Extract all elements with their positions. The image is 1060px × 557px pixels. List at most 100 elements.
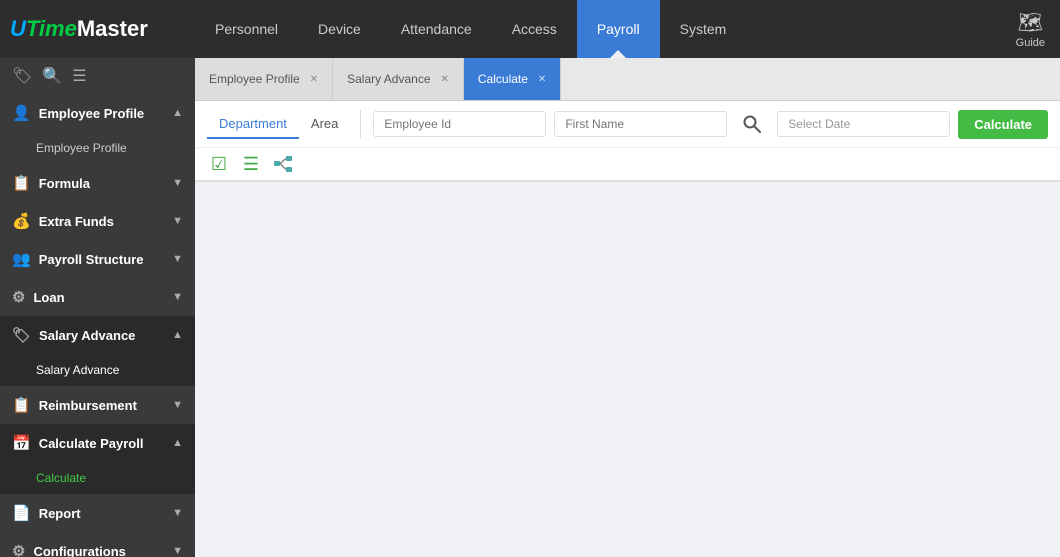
sidebar-group-configurations-label: Configurations — [33, 544, 125, 557]
sidebar-group-extra-funds[interactable]: 💰 Extra Funds ▼ — [0, 202, 195, 240]
tabs-bar: Employee Profile ✕ Salary Advance ✕ Calc… — [195, 58, 1060, 101]
tab-calculate-close[interactable]: ✕ — [538, 74, 546, 85]
tab-calculate-label: Calculate — [478, 72, 528, 86]
extra-funds-icon: 💰 — [12, 212, 31, 230]
logo-master: Master — [77, 16, 148, 42]
sidebar-group-formula-label: Formula — [39, 176, 90, 191]
first-name-field — [554, 111, 727, 137]
top-navigation: UTime Master Personnel Device Attendance… — [0, 0, 1060, 58]
toolbar-icons: ☑ ☰ — [207, 152, 295, 176]
sidebar-group-calculate-payroll-label: Calculate Payroll — [39, 436, 144, 451]
sidebar-group-calculate-payroll[interactable]: 📅 Calculate Payroll ▲ — [0, 424, 195, 462]
sidebar-group-salary-advance[interactable]: 🏷 Salary Advance ▲ — [0, 316, 195, 354]
calculate-payroll-icon: 📅 — [12, 434, 31, 452]
sidebar-item-employee-profile-sub[interactable]: Employee Profile — [0, 132, 195, 164]
search-button[interactable] — [735, 107, 769, 141]
sidebar-group-formula[interactable]: 📋 Formula ▼ — [0, 164, 195, 202]
chevron-down-icon-loan: ▼ — [172, 291, 183, 303]
sidebar-item-salary-advance-sub[interactable]: Salary Advance — [0, 354, 195, 386]
formula-icon: 📋 — [12, 174, 31, 192]
filter-search-row: Department Area — [195, 101, 1060, 147]
tab-employee-profile[interactable]: Employee Profile ✕ — [195, 58, 333, 100]
nav-attendance[interactable]: Attendance — [381, 0, 492, 58]
tab-employee-profile-close[interactable]: ✕ — [310, 74, 318, 85]
check-icon[interactable]: ☑ — [207, 152, 231, 176]
tab-salary-advance[interactable]: Salary Advance ✕ — [333, 58, 464, 100]
calculate-button[interactable]: Calculate — [958, 110, 1048, 139]
chevron-down-icon-extra-funds: ▼ — [172, 215, 183, 227]
chevron-up-icon-calculate-payroll: ▲ — [172, 437, 183, 449]
chevron-up-icon: ▲ — [172, 107, 183, 119]
sidebar-group-reimbursement-label: Reimbursement — [39, 398, 137, 413]
nav-device[interactable]: Device — [298, 0, 381, 58]
sidebar-group-payroll-structure-label: Payroll Structure — [39, 252, 144, 267]
sidebar-group-employee-profile[interactable]: 👤 Employee Profile ▲ — [0, 94, 195, 132]
nav-personnel[interactable]: Personnel — [195, 0, 298, 58]
sidebar-item-calculate-sub[interactable]: Calculate — [0, 462, 195, 494]
chevron-down-icon-formula: ▼ — [172, 177, 183, 189]
reimbursement-icon: 📋 — [12, 396, 31, 414]
tag-icon[interactable]: 🏷 — [12, 66, 32, 86]
chevron-down-icon-configurations: ▼ — [172, 545, 183, 557]
sidebar-menu-icon[interactable]: ☰ — [72, 66, 86, 86]
loan-icon: ⚙ — [12, 288, 25, 306]
logo-u: U — [10, 16, 26, 42]
employee-id-input[interactable] — [384, 117, 535, 131]
guide-icon: 🗺 — [1018, 10, 1043, 35]
content-header: Department Area — [195, 101, 1060, 182]
sidebar-section-salary-advance: 🏷 Salary Advance ▲ Salary Advance — [0, 316, 195, 386]
tab-salary-advance-label: Salary Advance — [347, 72, 430, 86]
sidebar-group-configurations[interactable]: ⚙ Configurations ▼ — [0, 532, 195, 557]
filter-tab-department[interactable]: Department — [207, 110, 299, 139]
nav-items: Personnel Device Attendance Access Payro… — [195, 0, 1001, 58]
salary-advance-icon: 🏷 — [12, 326, 31, 344]
nav-access[interactable]: Access — [492, 0, 577, 58]
sidebar-section-payroll-structure: 👥 Payroll Structure ▼ — [0, 240, 195, 278]
tab-calculate[interactable]: Calculate ✕ — [464, 58, 561, 100]
first-name-input[interactable] — [565, 117, 716, 131]
tab-salary-advance-close[interactable]: ✕ — [441, 74, 449, 85]
filter-tab-area[interactable]: Area — [299, 110, 350, 139]
employee-profile-icon: 👤 — [12, 104, 31, 122]
sidebar-group-payroll-structure[interactable]: 👥 Payroll Structure ▼ — [0, 240, 195, 278]
main-layout: 🏷 🔍 ☰ 👤 Employee Profile ▲ Employee Prof… — [0, 58, 1060, 557]
content-area: Employee Profile ✕ Salary Advance ✕ Calc… — [195, 58, 1060, 557]
payroll-structure-icon: 👥 — [12, 250, 31, 268]
tree-icon[interactable] — [271, 152, 295, 176]
list-icon[interactable]: ☰ — [239, 152, 263, 176]
sidebar-section-loan: ⚙ Loan ▼ — [0, 278, 195, 316]
sidebar-section-formula: 📋 Formula ▼ — [0, 164, 195, 202]
employee-id-field — [373, 111, 546, 137]
nav-system[interactable]: System — [660, 0, 747, 58]
sidebar-group-report[interactable]: 📄 Report ▼ — [0, 494, 195, 532]
sidebar-group-salary-advance-label: Salary Advance — [39, 328, 135, 343]
configurations-icon: ⚙ — [12, 542, 25, 557]
sidebar-section-reimbursement: 📋 Reimbursement ▼ — [0, 386, 195, 424]
sidebar-group-loan-label: Loan — [33, 290, 64, 305]
logo-time: Time — [26, 16, 77, 42]
sidebar-top-icons: 🏷 🔍 ☰ — [0, 58, 195, 94]
tab-employee-profile-label: Employee Profile — [209, 72, 300, 86]
filter-tabs: Department Area — [207, 110, 361, 139]
toolbar-row: ☑ ☰ — [195, 147, 1060, 181]
guide-button[interactable]: 🗺 Guide — [1001, 10, 1060, 49]
sidebar-group-report-label: Report — [39, 506, 81, 521]
sidebar-group-extra-funds-label: Extra Funds — [39, 214, 114, 229]
sidebar: 🏷 🔍 ☰ 👤 Employee Profile ▲ Employee Prof… — [0, 58, 195, 557]
sidebar-section-employee-profile: 👤 Employee Profile ▲ Employee Profile — [0, 94, 195, 164]
date-field[interactable]: Select Date — [777, 111, 950, 137]
sidebar-search-icon[interactable]: 🔍 — [42, 66, 62, 86]
chevron-up-icon-salary-advance: ▲ — [172, 329, 183, 341]
sidebar-section-extra-funds: 💰 Extra Funds ▼ — [0, 202, 195, 240]
date-placeholder: Select Date — [788, 117, 850, 131]
sidebar-section-report: 📄 Report ▼ — [0, 494, 195, 532]
logo: UTime Master — [0, 16, 195, 42]
guide-label: Guide — [1016, 37, 1045, 49]
sidebar-section-configurations: ⚙ Configurations ▼ — [0, 532, 195, 557]
empty-content — [195, 182, 1060, 557]
sidebar-group-loan[interactable]: ⚙ Loan ▼ — [0, 278, 195, 316]
chevron-down-icon-report: ▼ — [172, 507, 183, 519]
sidebar-section-calculate-payroll: 📅 Calculate Payroll ▲ Calculate — [0, 424, 195, 494]
nav-payroll[interactable]: Payroll — [577, 0, 660, 58]
sidebar-group-reimbursement[interactable]: 📋 Reimbursement ▼ — [0, 386, 195, 424]
